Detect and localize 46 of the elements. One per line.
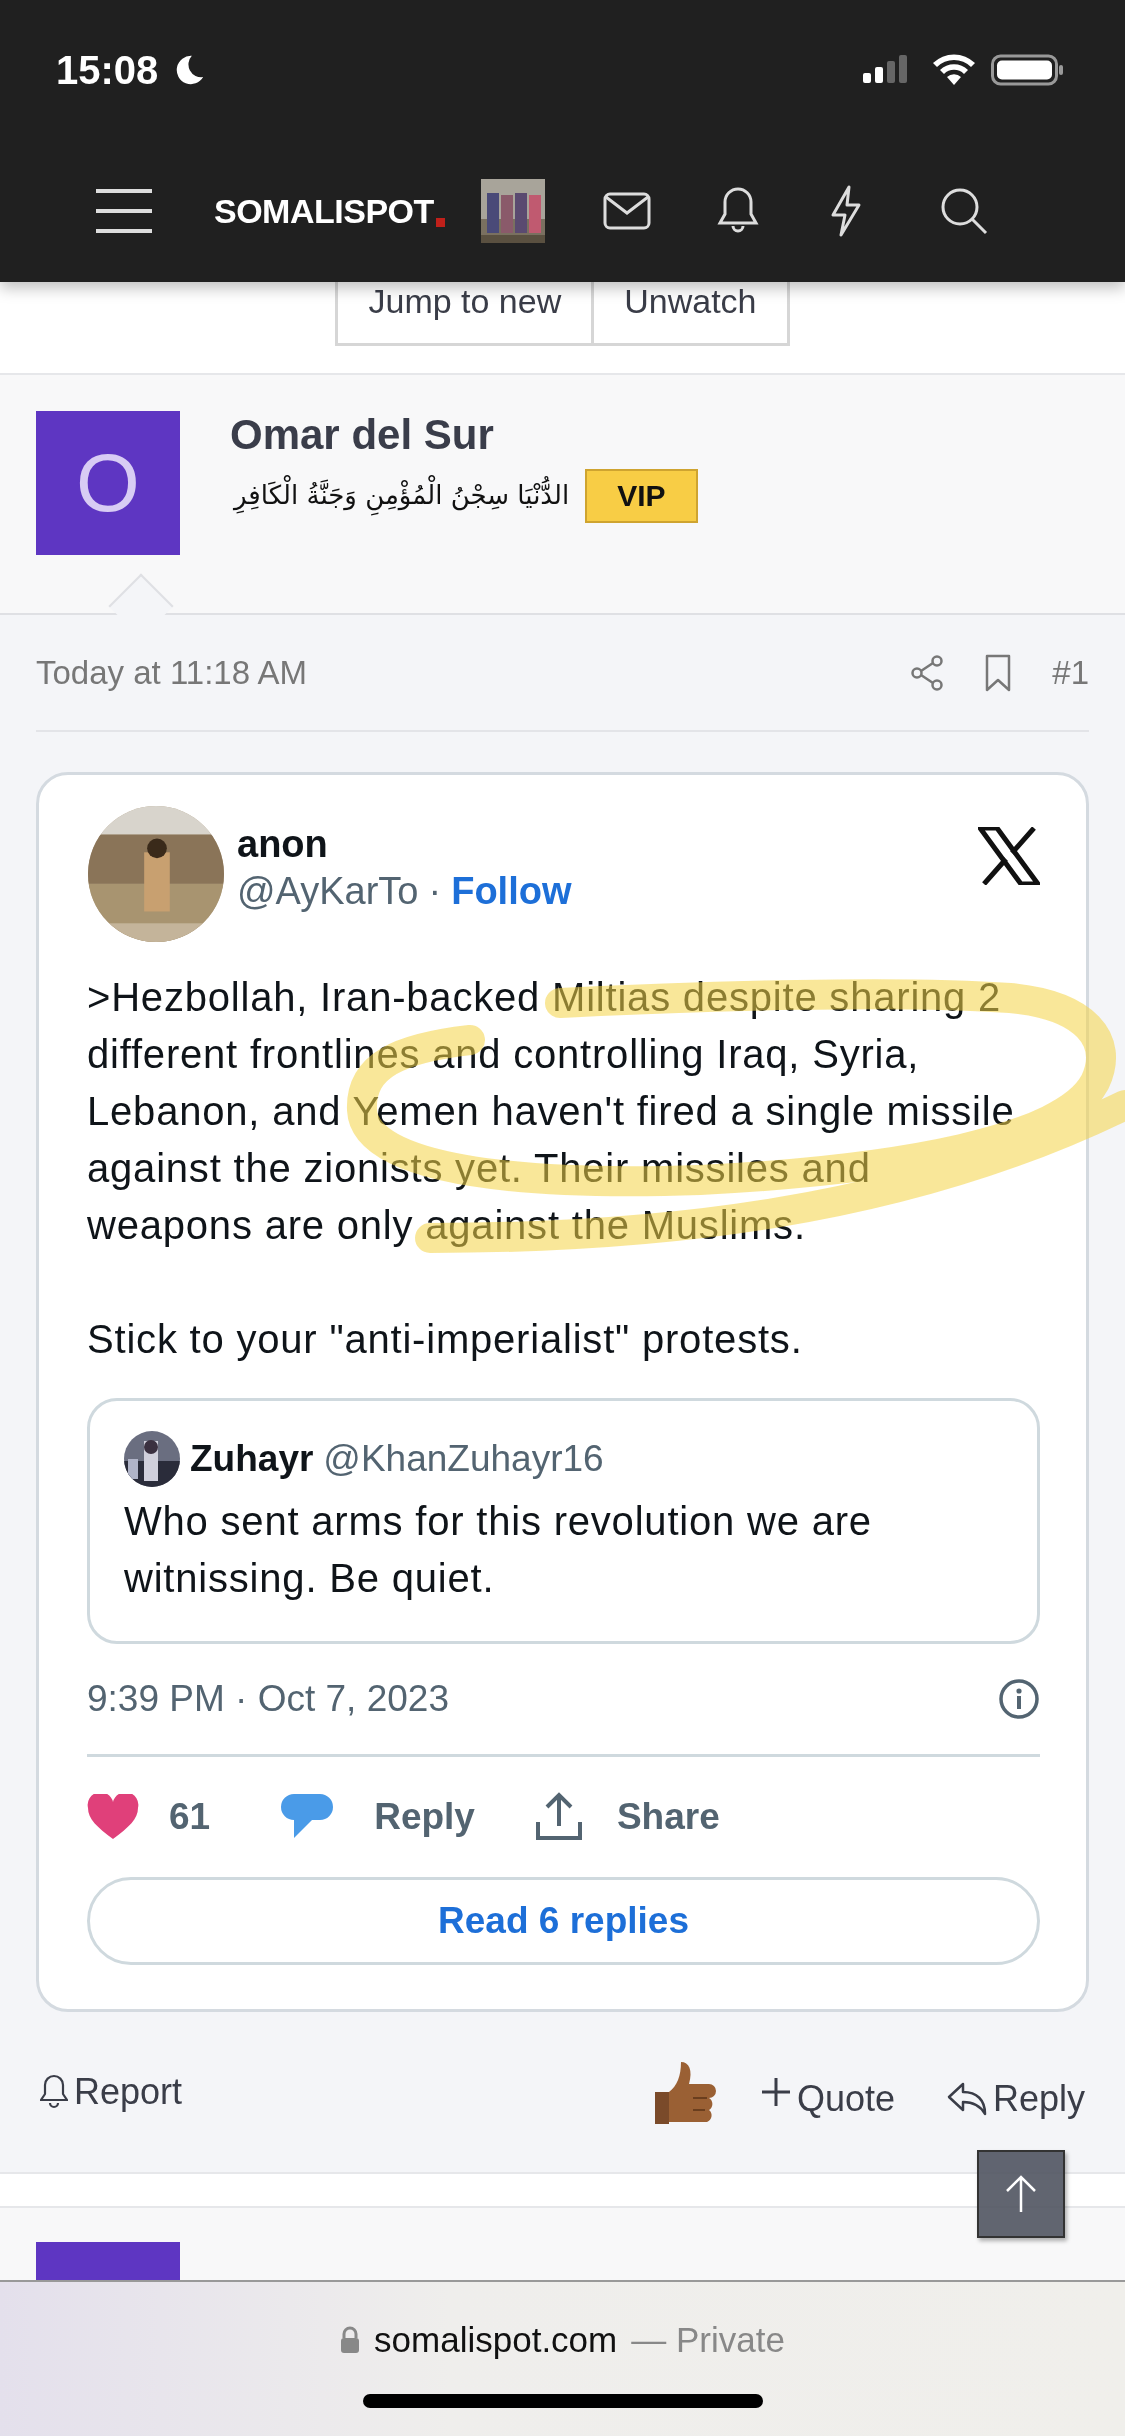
user-avatar[interactable]: O [36,411,180,555]
post-number[interactable]: #1 [1052,653,1089,692]
thread-button[interactable]: Unwatch [594,282,790,346]
private-label: — Private [631,2320,785,2360]
info-icon[interactable] [998,1678,1040,1720]
upload-icon[interactable] [534,1792,583,1842]
tweet-author-name[interactable]: anon [237,823,572,866]
heart-icon[interactable] [87,1794,139,1840]
tweet-date[interactable]: 9:39 PM · Oct 7, 2023 [87,1678,449,1720]
quoted-author-name: Zuhayr [190,1438,314,1480]
vip-badge: VIP [585,469,698,523]
scroll-top-button[interactable] [977,2150,1065,2238]
lock-icon [340,2326,361,2354]
quoted-tweet[interactable]: Zuhayr @KhanZuhayr16 Who sent arms for this revolution we are witnissing. Be quiet. [87,1398,1040,1644]
post-timestamp[interactable]: Today at 11:18 AM [36,653,307,692]
tweet-handle[interactable]: @AyKarTo [237,870,419,913]
plus-icon[interactable] [760,2077,791,2107]
share-icon[interactable] [910,654,945,691]
address-url[interactable]: somalispot.com [374,2320,618,2360]
quote-link[interactable]: Quote [796,2078,895,2120]
site-logo[interactable]: SOMALISPOT [214,191,434,231]
quoted-handle: @KhanZuhayr16 [323,1438,604,1480]
reply-link[interactable]: Reply [992,2078,1085,2120]
share-link[interactable]: Share [616,1796,720,1838]
thread-button[interactable]: Jump to new [335,282,595,346]
read-replies-button[interactable]: Read 6 replies [87,1877,1040,1965]
wifi-icon [931,53,977,87]
status-time: 15:08 [56,47,159,93]
user-title: الدُّنْيَا سِجْنُ الْمُؤْمِنِ وَجَنَّةُ الْكَافِرِ [230,469,574,523]
mail-icon[interactable] [602,192,651,230]
follow-link[interactable]: Follow [451,870,572,913]
battery-icon [991,53,1065,87]
reply-arrow-icon[interactable] [946,2081,987,2117]
quoted-text: Who sent arms for this revolution we are witnissing. Be quiet. [124,1498,873,1602]
menu-icon[interactable] [94,187,154,235]
reply-link[interactable]: Reply [374,1796,475,1838]
bell-icon[interactable] [40,2074,68,2110]
x-logo-icon[interactable] [978,827,1040,885]
author-name[interactable]: Omar del Sur [230,411,698,459]
tweet-text: >Hezbollah, Iran-backed Miltias despite sharing 2 different frontlines and controlling Iraq, Syria, Lebanon, and Yemen haven't fired a single missile against the zionists yet. Their missiles and weapons are only against the Muslims. [87,974,1016,1249]
logo-square-icon [435,217,445,227]
like-count[interactable]: 61 [169,1796,211,1838]
tweet-text: Stick to your "anti-imperialist" protests. [87,1316,804,1363]
bookmark-icon[interactable] [984,653,1013,692]
separator-dot: · [428,870,442,913]
report-link[interactable]: Report [74,2071,183,2113]
